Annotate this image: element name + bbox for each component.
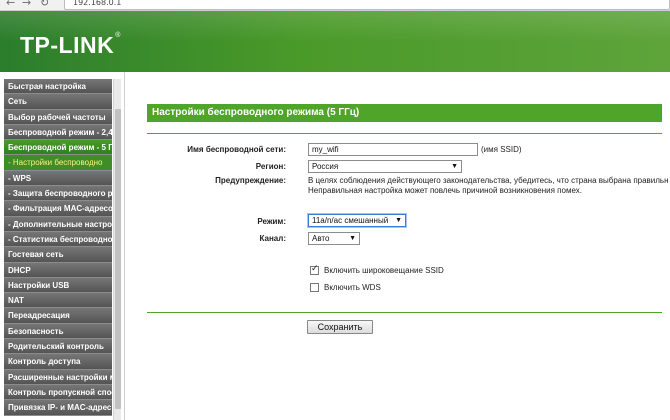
save-button[interactable]: Сохранить — [307, 320, 373, 334]
tp-link-logo: TP-LINK® — [20, 32, 121, 58]
sidebar-item[interactable]: Родительский контроль — [4, 339, 112, 355]
warning-line-1: В целях соблюдения действующего законода… — [308, 176, 669, 185]
sidebar-item[interactable]: - Настройки беспроводно — [4, 155, 112, 171]
mode-value: 11a/n/ac смешанный — [312, 216, 389, 225]
address-bar[interactable]: 192.168.0.1 — [64, 0, 670, 10]
sidebar-item[interactable]: Сеть — [4, 94, 112, 110]
sidebar-item[interactable]: - Дополнительные настро — [4, 216, 112, 232]
sidebar-item[interactable]: - Статистика беспроводно — [4, 231, 112, 248]
sidebar: Быстрая настройка Сеть Выбор рабочей часто… — [0, 72, 125, 420]
sidebar-item[interactable]: NAT — [4, 293, 112, 309]
region-label: Регион: — [255, 162, 286, 171]
sidebar-item[interactable]: DHCP — [4, 262, 112, 278]
ssid-input[interactable]: my_wifi — [308, 143, 478, 156]
sidebar-item[interactable]: Привязка IP- и MAC-адрес — [4, 400, 112, 416]
warning-label: Предупреждение: — [215, 176, 286, 185]
ssid-label: Имя беспроводной сети: — [187, 145, 286, 154]
sidebar-item[interactable]: Контроль доступа — [4, 354, 112, 370]
sidebar-item[interactable]: Быстрая настройка — [4, 79, 112, 95]
region-value: Россия — [312, 162, 339, 171]
wds-label: Включить WDS — [324, 283, 381, 292]
address-text: 192.168.0.1 — [73, 0, 122, 7]
sidebar-item[interactable]: Выбор рабочей частоты — [4, 109, 112, 125]
header-banner: TP-LINK® — [0, 11, 670, 72]
browser-toolbar: ← → ↻ 192.168.0.1 — [0, 0, 670, 11]
ssid-broadcast-label: Включить широковещание SSID — [324, 266, 444, 275]
ssid-hint: (имя SSID) — [481, 145, 522, 154]
chevron-down-icon: ▼ — [395, 217, 402, 224]
sidebar-item[interactable]: - Фильтрация MAC-адресо — [4, 201, 112, 217]
scrollbar-thumb[interactable] — [115, 109, 121, 409]
region-select[interactable]: Россия ▼ — [308, 160, 462, 173]
divider — [147, 312, 662, 313]
chevron-down-icon: ▼ — [451, 163, 458, 170]
sidebar-scrollbar[interactable] — [113, 79, 121, 420]
page-title: Настройки беспроводного режима (5 ГГц) — [147, 104, 662, 122]
main-content: Настройки беспроводного режима (5 ГГц) И… — [126, 72, 670, 420]
sidebar-item[interactable]: - Защита беспроводного ре — [4, 186, 112, 202]
sidebar-item[interactable]: - WPS — [4, 170, 112, 187]
sidebar-item[interactable]: Гостевая сеть — [4, 247, 112, 263]
sidebar-item[interactable]: Безопасность — [4, 323, 112, 340]
warning-line-2: Неправильная настройка может повлечь при… — [308, 186, 582, 195]
mode-select[interactable]: 11a/n/ac смешанный ▼ — [308, 214, 406, 227]
wds-checkbox[interactable] — [310, 283, 319, 292]
sidebar-item[interactable]: Настройки USB — [4, 277, 112, 294]
mode-label: Режим: — [257, 217, 286, 226]
chevron-down-icon: ▼ — [349, 235, 356, 242]
channel-select[interactable]: Авто ▼ — [308, 232, 360, 245]
sidebar-menu: Быстрая настройка Сеть Выбор рабочей часто… — [4, 79, 112, 416]
sidebar-item[interactable]: Расширенные настройки м — [4, 369, 112, 385]
reload-icon[interactable]: ↻ — [40, 0, 49, 10]
forward-icon[interactable]: → — [22, 0, 31, 10]
channel-label: Канал: — [259, 234, 286, 243]
sidebar-item[interactable]: Беспроводной режим - 2,4 — [4, 124, 112, 141]
sidebar-item[interactable]: Переадресация — [4, 308, 112, 324]
divider — [147, 133, 662, 134]
sidebar-item[interactable]: Контроль пропускной спосо — [4, 384, 112, 401]
ssid-broadcast-checkbox[interactable] — [310, 264, 319, 275]
sidebar-item[interactable]: Беспроводной режим - 5 ГГ — [4, 140, 112, 156]
channel-value: Авто — [312, 234, 330, 243]
back-icon[interactable]: ← — [6, 0, 15, 10]
